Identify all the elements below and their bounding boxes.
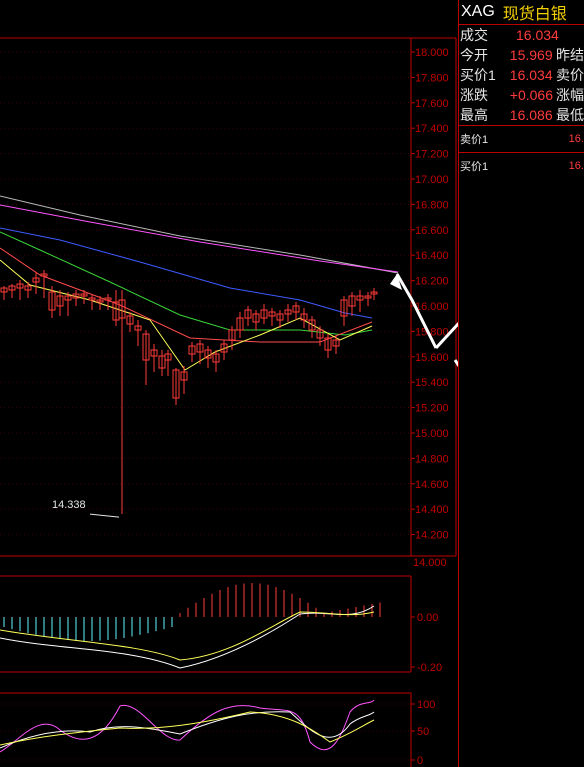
price-tick-label: 18.000 bbox=[415, 47, 449, 59]
price-tick-label: 14.200 bbox=[415, 530, 449, 542]
book-label: 买价1 bbox=[460, 161, 489, 173]
price-tick-label: 17.600 bbox=[415, 98, 449, 110]
price-tick-label: 16.200 bbox=[415, 276, 449, 288]
osc-line-k bbox=[0, 711, 375, 749]
quote-panel: XAG 现货白银 成交 16.034 今开 15.969 昨结 买价1 16.0… bbox=[458, 0, 584, 767]
osc-tick-label: 0 bbox=[417, 755, 423, 767]
quote-header: XAG 现货白银 bbox=[459, 0, 584, 25]
osc-tick-label: 50 bbox=[417, 726, 429, 738]
price-tick-label: 16.400 bbox=[415, 250, 449, 262]
price-tick-label: 14.000 bbox=[413, 557, 447, 569]
price-tick-label: 17.800 bbox=[415, 72, 449, 84]
order-book-bid: 买价1 16.0 bbox=[459, 153, 584, 179]
price-tick-label: 14.800 bbox=[415, 453, 449, 465]
quote-value: 16.034 bbox=[509, 67, 553, 83]
quote-extra: 最低 bbox=[556, 107, 584, 123]
quote-label: 最高 bbox=[460, 107, 488, 123]
price-tick-label: 15.600 bbox=[415, 352, 449, 364]
macd-tick-label: -0.20 bbox=[417, 662, 442, 674]
quote-value: 15.969 bbox=[509, 47, 553, 63]
quote-label: 成交 bbox=[460, 27, 488, 43]
price-tick-label: 17.200 bbox=[415, 149, 449, 161]
price-tick-label: 17.400 bbox=[415, 123, 449, 135]
moving-average-line bbox=[0, 259, 373, 371]
quote-extra: 卖价 bbox=[556, 67, 584, 83]
symbol-name: 现货白银 bbox=[502, 6, 567, 23]
price-tick-label: 15.200 bbox=[415, 403, 449, 415]
moving-average-line bbox=[0, 195, 399, 274]
book-value: 16.0 bbox=[568, 160, 584, 172]
low-price-label: 14.338 bbox=[52, 499, 86, 511]
price-tick-label: 16.800 bbox=[415, 199, 449, 211]
quote-label: 买价1 bbox=[460, 67, 496, 83]
quote-value: 16.086 bbox=[509, 107, 553, 123]
quote-value: 16.034 bbox=[516, 27, 559, 43]
low-marker-line bbox=[89, 513, 120, 518]
price-tick-label: 17.000 bbox=[415, 174, 449, 186]
moving-average-line bbox=[0, 227, 373, 319]
price-tick-label: 15.000 bbox=[415, 428, 449, 440]
kline-chart[interactable]: 18.000 17.800 17.600 17.400 17.200 17.000 16.8… bbox=[0, 0, 458, 767]
symbol-code: XAG bbox=[461, 3, 495, 20]
book-value: 16.0 bbox=[568, 133, 584, 145]
macd-dif-line bbox=[0, 605, 375, 669]
quote-extra: 涨幅 bbox=[556, 87, 584, 103]
osc-line-d bbox=[0, 711, 375, 746]
osc-tick-label: 100 bbox=[417, 699, 435, 711]
macd-tick-label: 0.00 bbox=[417, 612, 438, 624]
price-tick-label: 16.600 bbox=[415, 225, 449, 237]
quote-row-bid: 买价1 16.034 卖价 bbox=[459, 65, 584, 85]
quote-row-change: 涨跌 +0.066 涨幅 bbox=[459, 85, 584, 105]
quote-row-high: 最高 16.086 最低 bbox=[459, 105, 584, 125]
quote-label: 今开 bbox=[460, 47, 488, 63]
moving-average-line bbox=[0, 247, 373, 343]
quote-row-last: 成交 16.034 bbox=[459, 25, 584, 45]
macd-dea-line bbox=[0, 611, 375, 661]
moving-average-line bbox=[0, 231, 373, 336]
price-tick-label: 16.000 bbox=[415, 301, 449, 313]
quote-value: +0.066 bbox=[509, 87, 553, 103]
quote-extra: 昨结 bbox=[556, 47, 584, 63]
quote-row-open: 今开 15.969 昨结 bbox=[459, 45, 584, 65]
quote-label: 涨跌 bbox=[460, 87, 488, 103]
book-label: 卖价1 bbox=[460, 134, 489, 146]
price-tick-label: 15.400 bbox=[415, 377, 449, 389]
chart-svg[interactable]: 18.000 17.800 17.600 17.400 17.200 17.000 16.8… bbox=[0, 0, 458, 767]
price-tick-label: 14.600 bbox=[415, 479, 449, 491]
osc-line-j bbox=[0, 699, 375, 753]
price-tick-label: 14.400 bbox=[415, 504, 449, 516]
order-book-ask: 卖价1 16.0 bbox=[459, 126, 584, 152]
